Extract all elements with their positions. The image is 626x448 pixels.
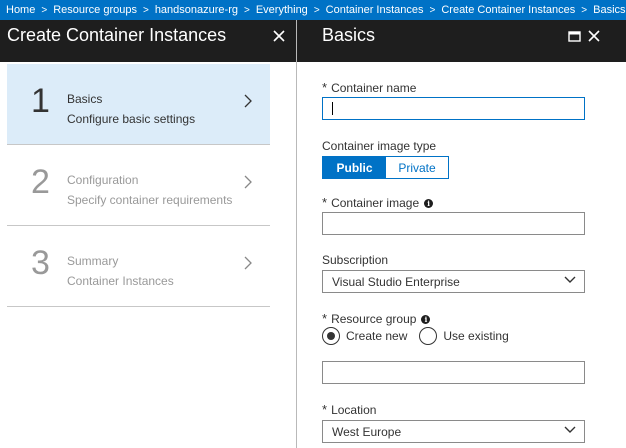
chevron-down-icon (564, 426, 576, 433)
subscription-value: Visual Studio Enterprise (332, 275, 460, 289)
use-existing-radio[interactable]: Use existing (419, 327, 509, 345)
radio-unchecked-icon (419, 327, 438, 345)
container-name-label-text: Container name (331, 81, 417, 95)
close-icon (588, 30, 600, 42)
breadcrumb-separator: > (41, 4, 48, 16)
chevron-right-icon (244, 175, 252, 189)
info-icon[interactable]: i (424, 199, 434, 208)
breadcrumb-separator: > (581, 4, 588, 16)
required-marker: * (322, 311, 328, 326)
step-number: 1 (31, 82, 50, 120)
create-new-radio[interactable]: Create new (322, 327, 407, 345)
breadcrumb-separator: > (429, 4, 436, 16)
step-title: Basics (67, 92, 103, 106)
subscription-label: Subscription (322, 253, 389, 267)
location-label: * Location (322, 402, 376, 417)
breadcrumb-basics: Basics (593, 4, 626, 16)
container-image-input[interactable] (322, 212, 585, 235)
container-image-label-text: Container image (331, 196, 420, 210)
resource-group-label: * Resource group i (322, 311, 431, 326)
breadcrumb-home[interactable]: Home (0, 4, 35, 16)
container-name-input[interactable] (322, 97, 585, 120)
wizard-blade-header: Create Container Instances (0, 20, 296, 62)
step-basics[interactable]: 1 Basics Configure basic settings (7, 64, 270, 145)
resource-group-label-text: Resource group (331, 312, 417, 326)
breadcrumb-separator: > (142, 4, 149, 16)
breadcrumb-create-container-instances[interactable]: Create Container Instances (435, 4, 575, 16)
image-type-toggle: Public Private (322, 156, 449, 179)
image-type-public-option[interactable]: Public (323, 157, 386, 178)
basics-blade-header: Basics (297, 20, 626, 62)
step-configuration[interactable]: 2 Configuration Specify container requir… (7, 145, 270, 226)
subscription-dropdown[interactable]: Visual Studio Enterprise (322, 270, 585, 293)
wizard-blade-title: Create Container Instances (7, 25, 227, 45)
step-subtitle: Container Instances (67, 274, 174, 288)
step-title: Configuration (67, 173, 139, 187)
step-title: Summary (67, 254, 119, 268)
resource-group-radio-group: Create new Use existing (322, 327, 521, 345)
maximize-icon (567, 30, 581, 42)
use-existing-label: Use existing (443, 329, 509, 343)
chevron-right-icon (244, 256, 252, 270)
breadcrumb-resource-groups[interactable]: Resource groups (47, 4, 137, 16)
required-marker: * (322, 402, 328, 417)
wizard-steps: 1 Basics Configure basic settings 2 Conf… (7, 64, 270, 307)
location-label-text: Location (331, 403, 377, 417)
image-type-private-option[interactable]: Private (386, 157, 448, 178)
basics-blade: Basics * Container name Container image t… (297, 20, 626, 448)
close-wizard-button[interactable] (269, 26, 289, 46)
text-caret (332, 102, 333, 115)
step-subtitle: Configure basic settings (67, 112, 196, 126)
step-summary[interactable]: 3 Summary Container Instances (7, 226, 270, 307)
required-marker: * (322, 80, 328, 95)
step-subtitle: Specify container requirements (67, 193, 233, 207)
breadcrumb-container-instances[interactable]: Container Instances (320, 4, 424, 16)
breadcrumb-separator: > (243, 4, 250, 16)
step-number: 2 (31, 163, 50, 201)
radio-checked-icon (322, 327, 340, 345)
close-icon (273, 30, 285, 42)
basics-blade-title: Basics (322, 25, 376, 45)
breadcrumb-resource-group[interactable]: handsonazure-rg (149, 4, 238, 16)
required-marker: * (322, 195, 328, 210)
create-new-label: Create new (346, 329, 408, 343)
breadcrumb: Home > Resource groups > handsonazure-rg… (0, 0, 626, 20)
resource-group-name-input[interactable] (322, 361, 585, 384)
close-basics-button[interactable] (584, 26, 604, 46)
container-name-label: * Container name (322, 80, 416, 95)
info-icon[interactable]: i (421, 315, 431, 324)
breadcrumb-separator: > (313, 4, 320, 16)
breadcrumb-everything[interactable]: Everything (250, 4, 308, 16)
location-value: West Europe (332, 425, 402, 439)
container-image-label: * Container image i (322, 195, 434, 210)
location-dropdown[interactable]: West Europe (322, 420, 585, 443)
image-type-label: Container image type (322, 139, 437, 153)
maximize-button[interactable] (564, 26, 584, 46)
create-wizard-blade: Create Container Instances 1 Basics Conf… (0, 20, 297, 448)
chevron-right-icon (244, 94, 252, 108)
step-number: 3 (31, 244, 50, 282)
chevron-down-icon (564, 276, 576, 283)
